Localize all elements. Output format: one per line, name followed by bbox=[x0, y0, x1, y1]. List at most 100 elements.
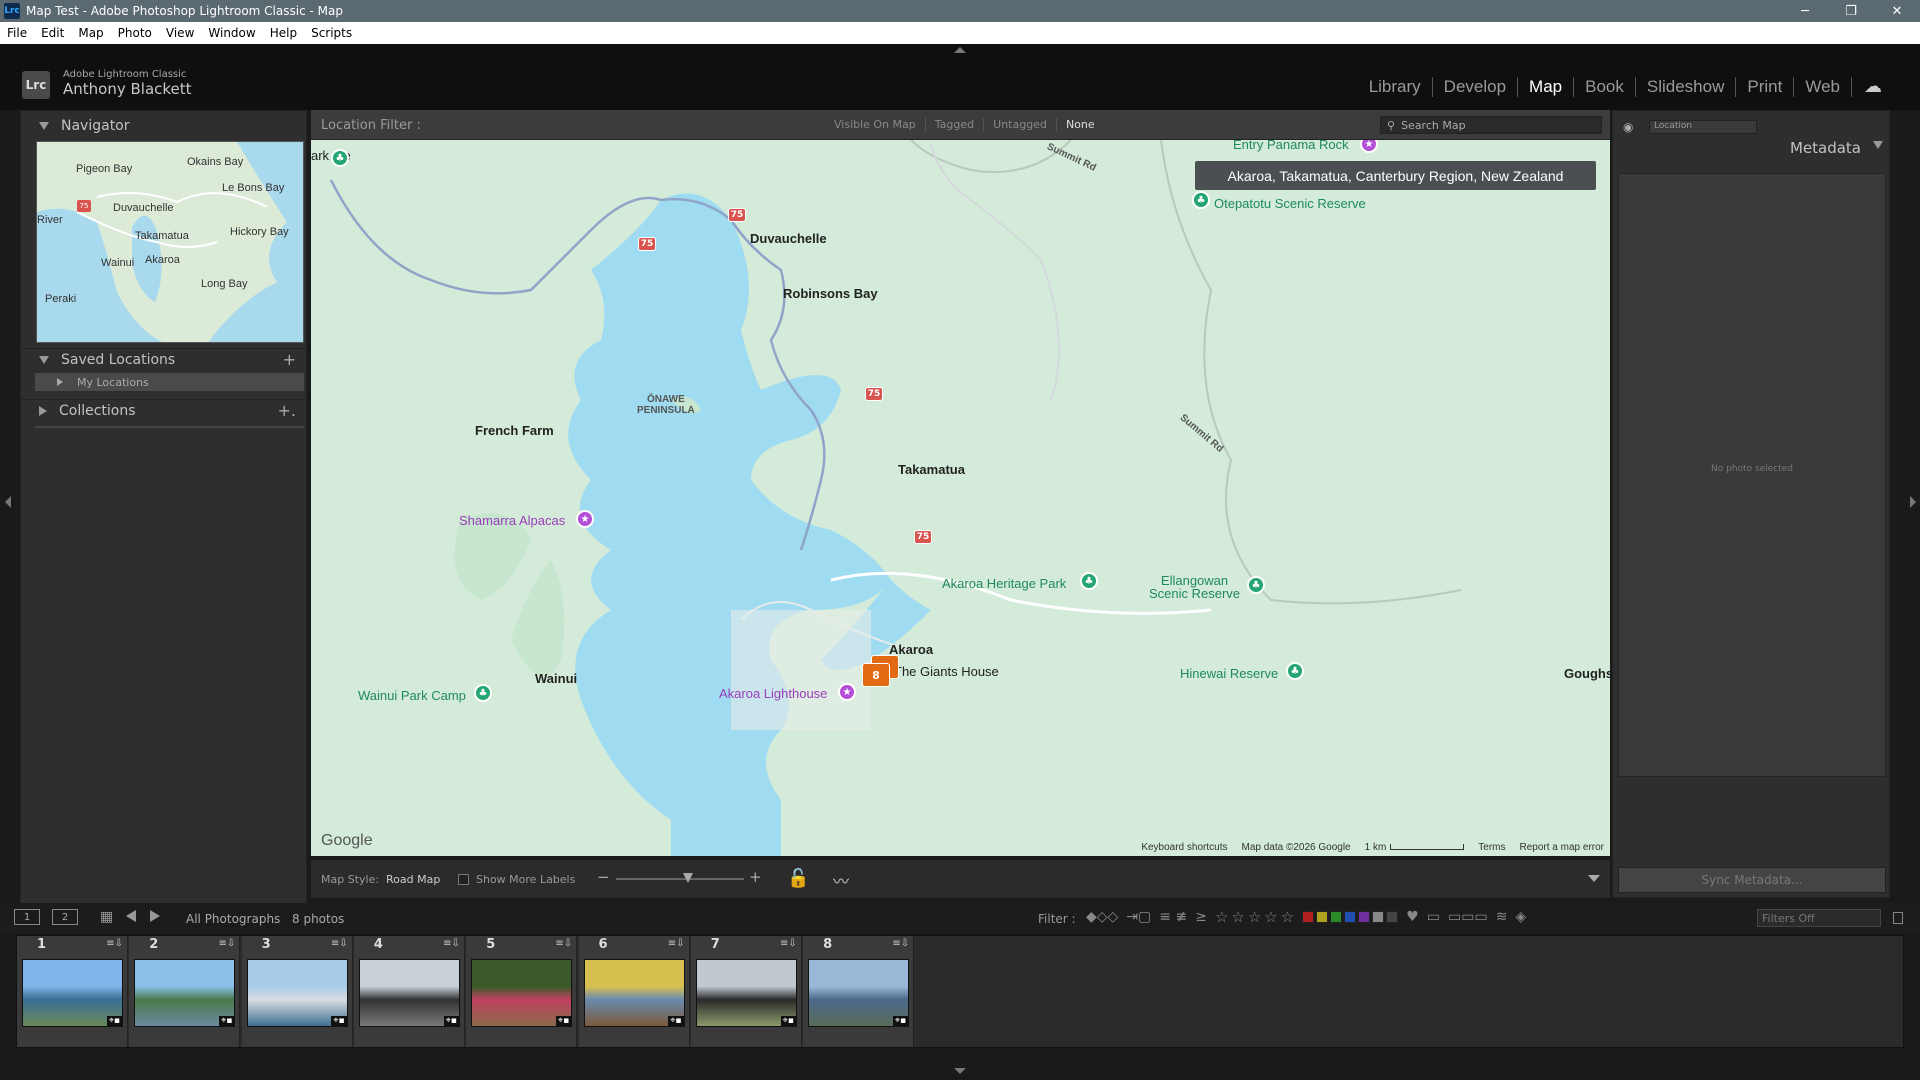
photo-count-dropdown[interactable]: 8 photos bbox=[292, 912, 344, 926]
map-view[interactable]: ark rve ♣ Entry Panama Rock ★ ♣ Otepatot… bbox=[311, 140, 1610, 856]
secondary-window-button[interactable]: 2 bbox=[52, 909, 78, 925]
zoom-in-button[interactable]: + bbox=[749, 868, 762, 886]
heart-icon[interactable]: ♥ bbox=[1406, 909, 1419, 925]
label-otepatotu-reserve[interactable]: Otepatotu Scenic Reserve bbox=[1214, 196, 1366, 211]
show-more-labels-label[interactable]: Show More Labels bbox=[476, 873, 575, 886]
metadata-badge-icon[interactable]: ≡⇩ bbox=[331, 938, 348, 949]
view-toggle-icon[interactable]: ▭▭▭ bbox=[1448, 909, 1488, 925]
toolbar-options-chevron-icon[interactable] bbox=[1588, 875, 1600, 882]
my-locations-folder[interactable]: My Locations bbox=[35, 373, 304, 391]
color-label-filter[interactable] bbox=[1302, 911, 1399, 923]
zoom-out-button[interactable]: − bbox=[597, 868, 610, 886]
lock-markers-icon[interactable]: 🔓 bbox=[787, 868, 809, 889]
filter-untagged[interactable]: Untagged bbox=[984, 118, 1057, 131]
cloud-icon[interactable]: ☁ bbox=[1864, 76, 1882, 97]
navigator-map[interactable]: Pigeon Bay Okains Bay Le Bons Bay Duvauc… bbox=[36, 141, 304, 343]
module-slideshow[interactable]: Slideshow bbox=[1636, 76, 1737, 97]
label-french-farm[interactable]: French Farm bbox=[475, 423, 554, 438]
label-goughs[interactable]: Goughs bbox=[1564, 666, 1610, 681]
label-hinewai-reserve[interactable]: Hinewai Reserve bbox=[1180, 666, 1278, 681]
label-duvauchelle[interactable]: Duvauchelle bbox=[750, 231, 827, 246]
park-pin-icon[interactable]: ♣ bbox=[1192, 191, 1210, 209]
menu-map[interactable]: Map bbox=[71, 26, 110, 40]
collapse-triangle-icon[interactable] bbox=[1873, 141, 1883, 149]
show-more-labels-checkbox[interactable] bbox=[458, 874, 469, 885]
filter-none[interactable]: None bbox=[1057, 118, 1104, 131]
copy-status-icon[interactable]: ⇥▢ bbox=[1126, 909, 1151, 925]
metadata-badge-icon[interactable]: ≡⇩ bbox=[780, 938, 797, 949]
color-label-swatch[interactable] bbox=[1302, 911, 1315, 923]
label-akaroa-heritage-park[interactable]: Akaroa Heritage Park bbox=[942, 576, 1066, 591]
star-icon[interactable]: ☆ bbox=[1264, 908, 1277, 926]
flag-filter-icon[interactable]: ◆◇◇ bbox=[1086, 909, 1118, 925]
star-icon[interactable]: ☆ bbox=[1281, 908, 1294, 926]
color-label-swatch[interactable] bbox=[1330, 911, 1343, 923]
menu-edit[interactable]: Edit bbox=[34, 26, 71, 40]
label-giants-house[interactable]: The Giants House bbox=[894, 664, 999, 679]
module-web[interactable]: Web bbox=[1794, 76, 1852, 97]
forward-arrow-icon[interactable] bbox=[150, 910, 160, 922]
add-collection-button[interactable]: +. bbox=[278, 401, 297, 420]
location-dropdown[interactable]: Location bbox=[1649, 120, 1757, 134]
tracklog-icon[interactable]: 〰 bbox=[833, 868, 849, 892]
filters-off-dropdown[interactable]: Filters Off bbox=[1757, 909, 1881, 927]
add-saved-location-button[interactable]: + bbox=[283, 350, 296, 369]
filmstrip-cell[interactable]: 3 ≡⇩ ⌖▪ bbox=[241, 936, 353, 1047]
metadata-badge-icon[interactable]: ≡⇩ bbox=[892, 938, 909, 949]
rating-stars[interactable]: ☆ ☆ ☆ ☆ ☆ bbox=[1215, 908, 1294, 926]
back-arrow-icon[interactable] bbox=[126, 910, 136, 922]
label-ellangowan-reserve[interactable]: Ellangowan Scenic Reserve bbox=[1149, 574, 1240, 600]
stack-icon[interactable]: ≋ bbox=[1496, 909, 1508, 925]
terms-link[interactable]: Terms bbox=[1478, 842, 1505, 853]
sync-metadata-button[interactable]: Sync Metadata... bbox=[1618, 867, 1886, 893]
right-panel-toggle-arrow[interactable] bbox=[1910, 496, 1916, 508]
module-library[interactable]: Library bbox=[1358, 76, 1433, 97]
filmstrip-cell[interactable]: 2 ≡⇩ ⌖▪ bbox=[129, 936, 241, 1047]
metadata-badge-icon[interactable]: ≡⇩ bbox=[555, 938, 572, 949]
park-pin-icon[interactable]: ♣ bbox=[1080, 572, 1098, 590]
label-wainui-park-camp[interactable]: Wainui Park Camp bbox=[358, 688, 466, 703]
module-book[interactable]: Book bbox=[1574, 76, 1636, 97]
landmark-pin-icon[interactable]: ★ bbox=[838, 683, 856, 701]
grid-view-icon[interactable]: ▦ bbox=[100, 909, 113, 925]
eye-icon[interactable]: ◉ bbox=[1623, 120, 1633, 134]
color-label-swatch[interactable] bbox=[1386, 911, 1399, 923]
filmstrip-cell[interactable]: 8 ≡⇩ ⌖▪ bbox=[803, 936, 915, 1047]
metadata-badge-icon[interactable]: ≡⇩ bbox=[443, 938, 460, 949]
module-map[interactable]: Map bbox=[1518, 76, 1575, 97]
label-entry-panama-rock[interactable]: Entry Panama Rock bbox=[1233, 140, 1349, 152]
filmstrip-cell[interactable]: 6 ≡⇩ ⌖▪ bbox=[578, 936, 690, 1047]
close-button[interactable]: ✕ bbox=[1874, 0, 1920, 22]
saved-locations-header[interactable]: Saved Locations + bbox=[21, 348, 306, 370]
comment-icon[interactable]: ▭ bbox=[1427, 909, 1440, 925]
filter-visible-on-map[interactable]: Visible On Map bbox=[825, 118, 926, 131]
zoom-slider-track[interactable] bbox=[616, 878, 744, 880]
module-print[interactable]: Print bbox=[1736, 76, 1795, 97]
edit-filter-icon[interactable]: ≡ ≢ bbox=[1159, 909, 1187, 925]
filter-tagged[interactable]: Tagged bbox=[926, 118, 985, 131]
top-panel-toggle-arrow[interactable] bbox=[954, 47, 966, 53]
cluster-count-badge[interactable]: 8 bbox=[862, 663, 890, 687]
star-icon[interactable]: ☆ bbox=[1215, 908, 1228, 926]
filmstrip-source[interactable]: All Photographs bbox=[186, 912, 280, 926]
menu-window[interactable]: Window bbox=[201, 26, 262, 40]
filmstrip-cell[interactable]: 1 ≡⇩ ⌖▪ bbox=[17, 936, 128, 1047]
filter-lock-icon[interactable] bbox=[1893, 912, 1903, 924]
bottom-panel-toggle-arrow[interactable] bbox=[954, 1068, 966, 1074]
metadata-title[interactable]: Metadata bbox=[1790, 139, 1861, 157]
keyboard-shortcuts-link[interactable]: Keyboard shortcuts bbox=[1141, 842, 1227, 853]
menu-photo[interactable]: Photo bbox=[111, 26, 159, 40]
filmstrip-cell[interactable]: 4 ≡⇩ ⌖▪ bbox=[353, 936, 465, 1047]
map-style-dropdown[interactable]: Road Map bbox=[386, 873, 440, 886]
label-takamatua[interactable]: Takamatua bbox=[898, 462, 965, 477]
rating-operator-icon[interactable]: ≥ bbox=[1195, 909, 1207, 925]
metadata-badge-icon[interactable]: ≡⇩ bbox=[106, 938, 123, 949]
zoom-slider-thumb[interactable] bbox=[683, 873, 693, 883]
color-label-swatch[interactable] bbox=[1358, 911, 1371, 923]
park-pin-icon[interactable]: ♣ bbox=[331, 149, 349, 167]
label-wainui[interactable]: Wainui bbox=[535, 671, 577, 686]
color-label-swatch[interactable] bbox=[1316, 911, 1329, 923]
menu-scripts[interactable]: Scripts bbox=[304, 26, 359, 40]
diamond-icon[interactable]: ◈ bbox=[1515, 909, 1526, 925]
star-icon[interactable]: ☆ bbox=[1248, 908, 1261, 926]
